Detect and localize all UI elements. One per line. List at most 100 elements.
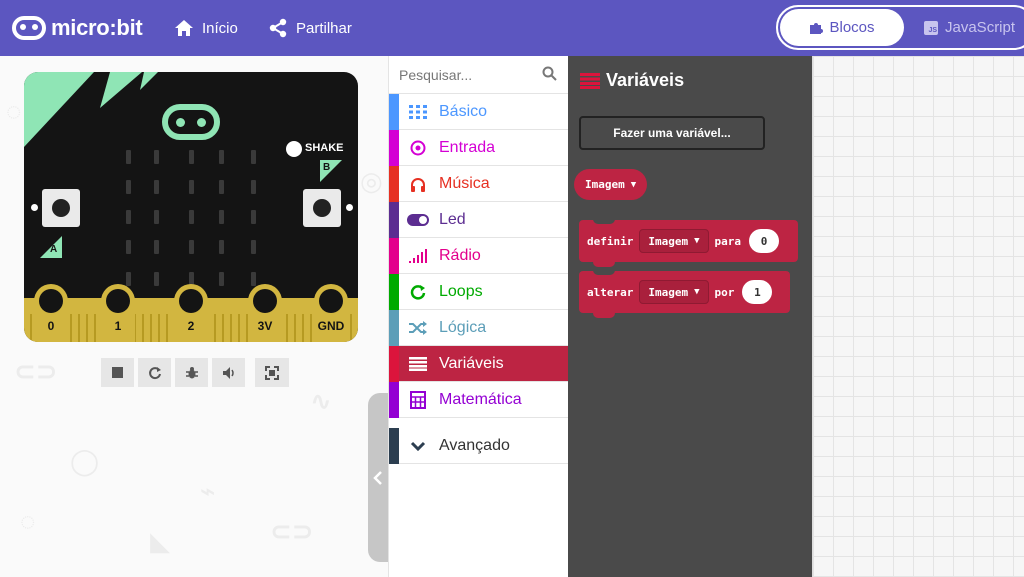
headphones-icon xyxy=(407,174,429,194)
variable-dropdown[interactable]: Imagem ▼ xyxy=(639,280,709,304)
make-variable-button[interactable]: Fazer uma variável... xyxy=(579,116,765,150)
background-decoration: ◌ xyxy=(6,96,22,126)
pin-1[interactable]: 1 xyxy=(101,284,135,342)
led xyxy=(126,180,131,194)
led xyxy=(251,180,256,194)
blocks-workspace[interactable] xyxy=(812,56,1024,577)
background-decoration: ◯ xyxy=(70,446,100,476)
category-radio[interactable]: Rádio xyxy=(389,238,569,274)
background-decoration: ◎ xyxy=(360,166,383,196)
led xyxy=(219,150,224,164)
number-input[interactable]: 1 xyxy=(742,280,773,304)
javascript-icon: JS xyxy=(924,20,938,35)
category-label: Avançado xyxy=(439,437,510,454)
javascript-tab[interactable]: JS JavaScript xyxy=(924,9,1015,46)
restart-button[interactable] xyxy=(138,358,171,387)
caret-down-icon: ▼ xyxy=(694,287,700,297)
button-a[interactable] xyxy=(42,189,80,227)
category-loops[interactable]: Loops xyxy=(389,274,569,310)
number-input[interactable]: 0 xyxy=(749,229,780,253)
category-variaveis[interactable]: Variáveis xyxy=(389,346,569,382)
led xyxy=(251,210,256,224)
fullscreen-button[interactable] xyxy=(255,358,289,387)
led xyxy=(189,180,194,194)
fullscreen-icon xyxy=(265,365,279,380)
debug-icon xyxy=(185,366,198,378)
led xyxy=(126,272,131,286)
toggle-icon xyxy=(407,210,429,230)
change-variable-block[interactable]: alterar Imagem ▼ por 1 xyxy=(579,270,790,318)
background-decoration: ⌁ xyxy=(200,476,216,506)
led xyxy=(154,240,159,254)
block-keyword: alterar xyxy=(587,285,634,299)
category-logica[interactable]: Lógica xyxy=(389,310,569,346)
list-icon xyxy=(580,72,600,89)
led xyxy=(189,240,194,254)
pin-2[interactable]: 2 xyxy=(174,284,208,342)
category-entrada[interactable]: Entrada xyxy=(389,130,569,166)
category-label: Led xyxy=(439,211,466,228)
led xyxy=(219,210,224,224)
pin-0[interactable]: 0 xyxy=(34,284,68,342)
debug-button[interactable] xyxy=(175,358,208,387)
variables-flyout: Variáveis Fazer uma variável... Imagem ▼… xyxy=(568,56,812,577)
led xyxy=(219,180,224,194)
set-variable-block[interactable]: definir Imagem ▼ para 0 xyxy=(579,219,798,267)
category-basico[interactable]: Básico xyxy=(389,94,569,130)
led xyxy=(219,240,224,254)
stop-icon xyxy=(112,367,123,378)
variable-dropdown[interactable]: Imagem ▼ xyxy=(639,229,709,253)
category-avancado[interactable]: Avançado xyxy=(389,428,569,464)
refresh-icon xyxy=(407,282,429,302)
button-a-marker: A xyxy=(40,236,62,258)
list-icon xyxy=(407,354,429,374)
microbit-logo[interactable]: micro:bit xyxy=(12,13,143,43)
led xyxy=(154,180,159,194)
background-decoration: ◌ xyxy=(20,506,36,536)
led xyxy=(126,150,131,164)
editor-mode-toggle: Blocos JS JavaScript xyxy=(776,5,1024,50)
home-button[interactable]: Início xyxy=(174,14,238,42)
search-icon[interactable] xyxy=(542,66,557,81)
toolbox-search xyxy=(389,56,569,94)
collapse-simulator-button[interactable] xyxy=(368,393,388,562)
calculator-icon xyxy=(407,390,429,410)
flyout-title: Variáveis xyxy=(580,70,684,91)
restart-icon xyxy=(148,366,161,379)
variable-name: Imagem xyxy=(585,178,625,191)
pin-label: 3V xyxy=(257,319,273,333)
search-input[interactable] xyxy=(399,64,539,86)
led xyxy=(154,272,159,286)
category-led[interactable]: Led xyxy=(389,202,569,238)
pin-gnd[interactable]: GND xyxy=(314,284,348,342)
variable-reporter-block[interactable]: Imagem ▼ xyxy=(574,169,648,200)
category-matematica[interactable]: Matemática xyxy=(389,382,569,418)
javascript-tab-label: JavaScript xyxy=(945,19,1016,36)
category-label: Básico xyxy=(439,103,488,120)
flyout-title-label: Variáveis xyxy=(606,70,685,90)
led xyxy=(154,150,159,164)
category-label: Loops xyxy=(439,283,483,300)
mute-button[interactable] xyxy=(212,358,245,387)
button-b[interactable] xyxy=(303,189,341,227)
microbit-logo-icon xyxy=(12,16,46,40)
share-button[interactable]: Partilhar xyxy=(268,14,352,42)
shuffle-icon xyxy=(407,318,429,338)
led xyxy=(251,272,256,286)
shake-label: SHAKE xyxy=(305,142,344,154)
pin-3v[interactable]: 3V xyxy=(248,284,282,342)
puzzle-icon xyxy=(810,22,824,34)
shake-button[interactable] xyxy=(286,141,302,157)
background-decoration: ∿ xyxy=(310,386,332,416)
top-menu-bar: micro:bit Início Partilhar Blocos JS Jav… xyxy=(0,0,1024,56)
led xyxy=(189,210,194,224)
button-b-marker: B xyxy=(320,160,342,182)
stop-button[interactable] xyxy=(101,358,134,387)
pin-label: 0 xyxy=(47,319,55,333)
led xyxy=(189,150,194,164)
category-label: Música xyxy=(439,175,490,192)
caret-down-icon: ▼ xyxy=(630,179,637,190)
blocks-tab[interactable]: Blocos xyxy=(780,9,904,46)
button-a-label: A xyxy=(50,244,58,255)
category-musica[interactable]: Música xyxy=(389,166,569,202)
